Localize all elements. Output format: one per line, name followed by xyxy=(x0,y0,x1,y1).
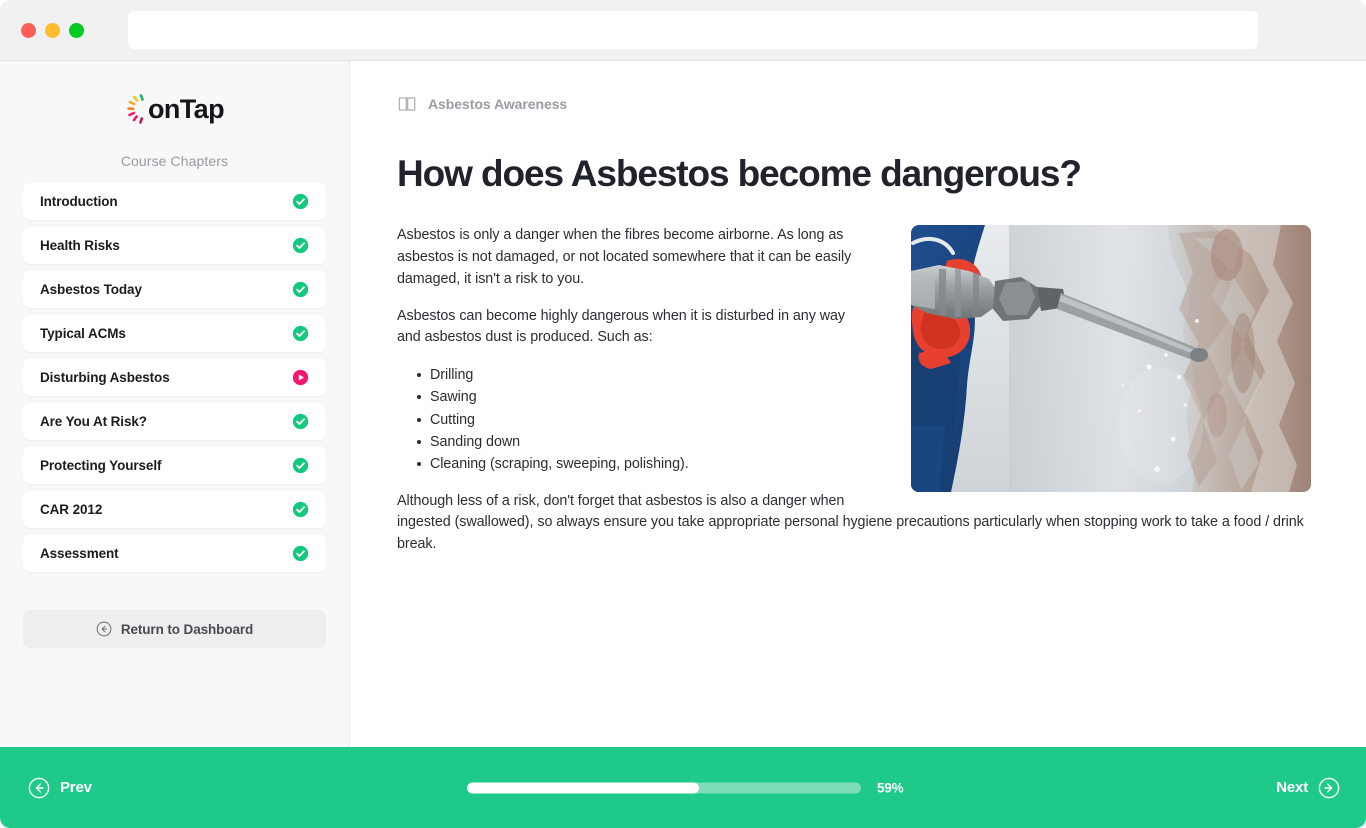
list-item: Sanding down xyxy=(397,431,852,453)
return-to-dashboard-button[interactable]: Return to Dashboard xyxy=(23,610,326,648)
close-window-button[interactable] xyxy=(21,22,36,38)
course-progress: 59% xyxy=(467,780,904,795)
progress-bar-fill xyxy=(467,782,700,793)
maximize-window-button[interactable] xyxy=(69,22,84,38)
chapter-label: Assessment xyxy=(40,546,119,561)
check-circle-icon xyxy=(292,281,309,298)
drilling-concrete-photo xyxy=(911,225,1311,493)
content-flow: Asbestos is only a danger when the fibre… xyxy=(397,225,1311,555)
disturbance-activities-list: Drilling Sawing Cutting Sanding down Cle… xyxy=(397,364,852,475)
progress-bar-track[interactable] xyxy=(467,782,861,793)
sidebar-item-typical-acms[interactable]: Typical ACMs xyxy=(23,315,326,352)
sidebar-item-are-you-at-risk[interactable]: Are You At Risk? xyxy=(23,403,326,440)
arrow-right-circle-icon xyxy=(1318,777,1340,798)
check-circle-icon xyxy=(292,501,309,518)
sidebar-section-label: Course Chapters xyxy=(120,153,229,169)
lesson-hero-image xyxy=(911,225,1311,493)
brand-logo-text: onTap xyxy=(148,93,225,124)
course-sidebar: onTap Course Chapters Introduction Healt… xyxy=(0,61,350,747)
chapter-label: Asbestos Today xyxy=(40,282,142,297)
page-body: onTap Course Chapters Introduction Healt… xyxy=(0,61,1366,747)
progress-percent-label: 59% xyxy=(877,780,904,795)
browser-window: onTap Course Chapters Introduction Healt… xyxy=(0,0,1366,828)
browser-chrome-bar xyxy=(0,0,1366,61)
chapter-label: Protecting Yourself xyxy=(40,458,162,473)
lesson-content: Asbestos Awareness How does Asbestos bec… xyxy=(350,61,1366,747)
sidebar-item-protecting-yourself[interactable]: Protecting Yourself xyxy=(23,447,326,484)
paragraph-disturbance: Asbestos can become highly dangerous whe… xyxy=(397,307,846,346)
chapter-label: Introduction xyxy=(40,194,118,209)
chapter-list: Introduction Health Risks Asbestos Today xyxy=(23,183,326,572)
prev-button[interactable]: Prev xyxy=(28,777,92,799)
brand-logo: onTap xyxy=(23,61,326,143)
return-to-dashboard-label: Return to Dashboard xyxy=(120,621,254,637)
page-title: How does Asbestos become dangerous? xyxy=(397,153,1082,194)
prev-label: Prev xyxy=(60,779,92,796)
list-item: Cutting xyxy=(397,409,852,431)
address-bar-input[interactable] xyxy=(128,11,1258,49)
chapter-label: Disturbing Asbestos xyxy=(40,370,170,385)
list-item: Cleaning (scraping, sweeping, polishing)… xyxy=(397,453,852,475)
chapter-label: Are You At Risk? xyxy=(40,414,147,429)
check-circle-icon xyxy=(292,325,309,342)
list-item: Sawing xyxy=(397,386,852,408)
check-circle-icon xyxy=(292,457,309,474)
minimize-window-button[interactable] xyxy=(45,22,60,38)
next-label: Next xyxy=(1276,779,1308,796)
chapter-label: Health Risks xyxy=(40,238,120,253)
window-traffic-lights xyxy=(21,22,84,38)
chapter-label: Typical ACMs xyxy=(40,326,126,341)
sidebar-item-asbestos-today[interactable]: Asbestos Today xyxy=(23,271,326,308)
play-circle-icon xyxy=(292,369,309,386)
paragraph-intro: Asbestos is only a danger when the fibre… xyxy=(397,227,852,287)
sidebar-item-introduction[interactable]: Introduction xyxy=(23,183,326,220)
sidebar-item-disturbing-asbestos[interactable]: Disturbing Asbestos xyxy=(23,359,326,396)
breadcrumb-label: Asbestos Awareness xyxy=(428,96,568,112)
sidebar-item-assessment[interactable]: Assessment xyxy=(23,535,326,572)
check-circle-icon xyxy=(292,545,309,562)
chapter-label: CAR 2012 xyxy=(40,502,103,517)
check-circle-icon xyxy=(292,413,309,430)
check-circle-icon xyxy=(292,193,309,210)
breadcrumb[interactable]: Asbestos Awareness xyxy=(397,94,1311,114)
lesson-footer-nav: Prev 59% Next xyxy=(0,747,1366,828)
sidebar-item-health-risks[interactable]: Health Risks xyxy=(23,227,326,264)
paragraph-ingestion: Although less of a risk, don't forget th… xyxy=(397,492,1304,552)
sidebar-item-car-2012[interactable]: CAR 2012 xyxy=(23,491,326,528)
check-circle-icon xyxy=(292,237,309,254)
book-open-icon xyxy=(398,97,416,111)
next-button[interactable]: Next xyxy=(1276,777,1340,799)
list-item: Drilling xyxy=(397,364,852,386)
arrow-left-circle-icon xyxy=(28,777,50,798)
arrow-left-circle-icon xyxy=(96,621,112,637)
